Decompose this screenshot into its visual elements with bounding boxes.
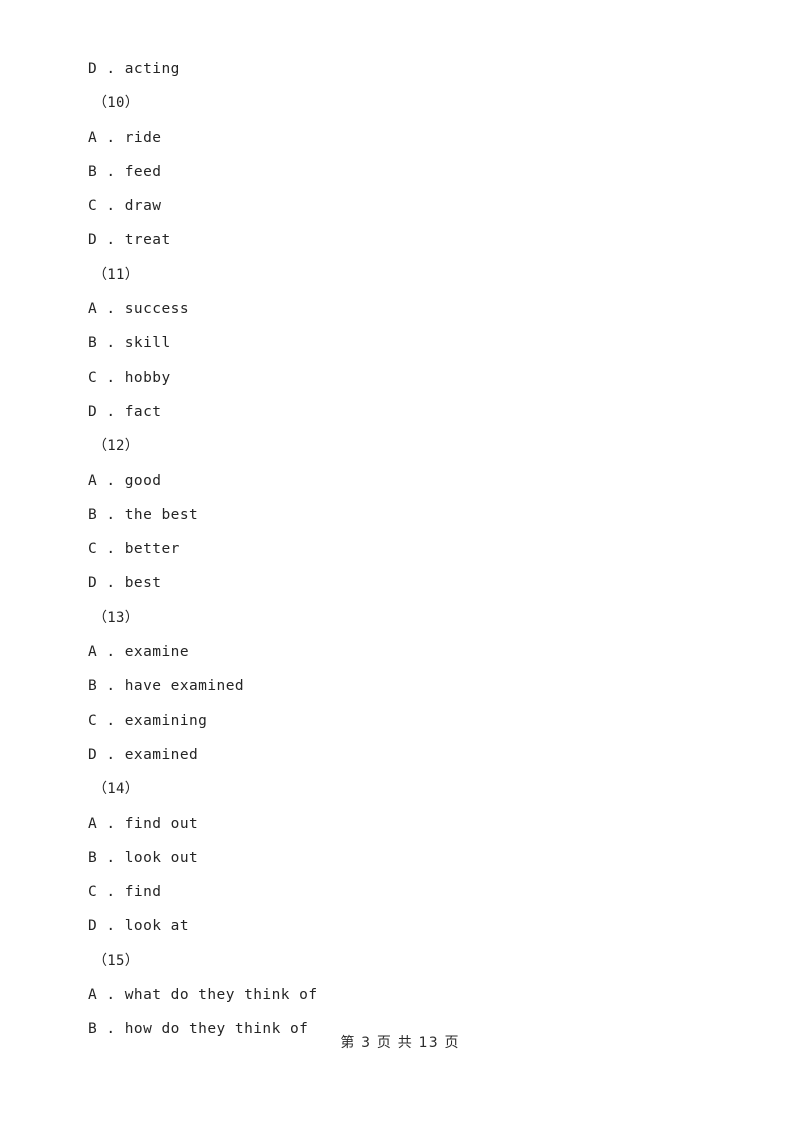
answer-options-list: D . acting （10） A . ride B . feed C . draw D … xyxy=(88,52,748,1047)
answer-option: C . draw xyxy=(88,189,748,223)
option-separator: . xyxy=(97,987,125,1004)
option-letter: B xyxy=(88,335,98,352)
option-separator: . xyxy=(97,815,125,832)
option-text: feed xyxy=(124,163,162,180)
option-text: fact xyxy=(124,403,162,420)
answer-option: D . acting xyxy=(88,52,748,86)
option-text: have examined xyxy=(124,678,245,695)
answer-option: B . feed xyxy=(88,155,748,189)
option-text: look out xyxy=(124,849,199,866)
answer-option: C . find xyxy=(88,875,748,909)
answer-option: C . hobby xyxy=(88,361,748,395)
option-text: better xyxy=(124,541,180,558)
option-letter: D xyxy=(88,746,98,763)
option-text: look at xyxy=(124,918,189,935)
question-number-label: （11） xyxy=(93,266,140,283)
option-letter: D xyxy=(88,918,98,935)
question-number-label: （13） xyxy=(93,609,140,626)
option-separator: . xyxy=(97,884,125,901)
option-text: treat xyxy=(124,232,171,249)
answer-option: A . good xyxy=(88,464,748,498)
option-letter: B xyxy=(88,163,98,180)
option-text: draw xyxy=(124,198,162,215)
option-separator: . xyxy=(97,232,125,249)
document-page: D . acting （10） A . ride B . feed C . draw D … xyxy=(0,0,800,1132)
answer-option: C . better xyxy=(88,532,748,566)
answer-option: D . treat xyxy=(88,223,748,257)
option-separator: . xyxy=(97,541,125,558)
option-text: acting xyxy=(124,61,180,77)
answer-option: D . look at xyxy=(88,909,748,943)
answer-option: B . look out xyxy=(88,841,748,875)
option-separator: . xyxy=(97,129,125,146)
option-separator: . xyxy=(97,644,125,661)
option-separator: . xyxy=(97,472,125,489)
option-separator: . xyxy=(97,746,125,763)
option-letter: A xyxy=(88,129,98,146)
option-letter: A xyxy=(88,815,98,832)
option-letter: A xyxy=(88,987,98,1004)
option-letter: D xyxy=(88,403,98,420)
option-text: find xyxy=(124,884,162,901)
option-text: best xyxy=(124,575,162,592)
option-text: what do they think of xyxy=(124,987,318,1004)
option-letter: A xyxy=(88,301,98,318)
answer-option: A . success xyxy=(88,292,748,326)
answer-option: B . skill xyxy=(88,326,748,360)
option-letter: D xyxy=(88,232,98,249)
option-text: hobby xyxy=(124,369,171,386)
option-separator: . xyxy=(97,678,125,695)
page-footer: 第 3 页 共 13 页 xyxy=(340,1035,460,1051)
question-number-label: （14） xyxy=(93,781,140,798)
option-separator: . xyxy=(97,849,125,866)
option-separator: . xyxy=(97,369,125,386)
answer-option: D . fact xyxy=(88,395,748,429)
answer-option: A . find out xyxy=(88,807,748,841)
option-text: skill xyxy=(124,335,171,352)
option-text: good xyxy=(124,472,162,489)
option-letter: B xyxy=(88,678,98,695)
option-separator: . xyxy=(97,301,125,318)
question-number-label: （10） xyxy=(93,95,140,112)
option-letter: B xyxy=(88,849,98,866)
answer-option: B . have examined xyxy=(88,669,748,703)
option-text: examining xyxy=(124,712,208,729)
question-number-label: （12） xyxy=(93,438,140,455)
answer-option: D . best xyxy=(88,566,748,600)
option-letter: D xyxy=(88,61,98,77)
option-separator: . xyxy=(97,712,125,729)
option-text: success xyxy=(124,301,189,318)
option-text: examine xyxy=(124,644,189,661)
answer-option: A . ride xyxy=(88,121,748,155)
option-letter: C xyxy=(88,198,98,215)
option-letter: D xyxy=(88,575,98,592)
option-letter: C xyxy=(88,712,98,729)
option-text: ride xyxy=(124,129,162,146)
option-separator: . xyxy=(97,163,125,180)
answer-option: A . examine xyxy=(88,635,748,669)
option-letter: A xyxy=(88,472,98,489)
option-separator: . xyxy=(97,575,125,592)
option-text: find out xyxy=(124,815,199,832)
answer-option: A . what do they think of xyxy=(88,978,748,1012)
option-letter: C xyxy=(88,884,98,901)
option-text: examined xyxy=(124,746,199,763)
option-letter: B xyxy=(88,506,98,523)
option-letter: C xyxy=(88,541,98,558)
option-text: the best xyxy=(124,506,199,523)
option-separator: . xyxy=(97,335,125,352)
option-letter: C xyxy=(88,369,98,386)
option-separator: . xyxy=(97,61,125,77)
option-separator: . xyxy=(97,918,125,935)
option-separator: . xyxy=(97,403,125,420)
question-number-label: （15） xyxy=(93,952,140,969)
option-separator: . xyxy=(97,198,125,215)
answer-option: C . examining xyxy=(88,704,748,738)
answer-option: B . the best xyxy=(88,498,748,532)
answer-option: D . examined xyxy=(88,738,748,772)
option-separator: . xyxy=(97,506,125,523)
option-letter: A xyxy=(88,644,98,661)
